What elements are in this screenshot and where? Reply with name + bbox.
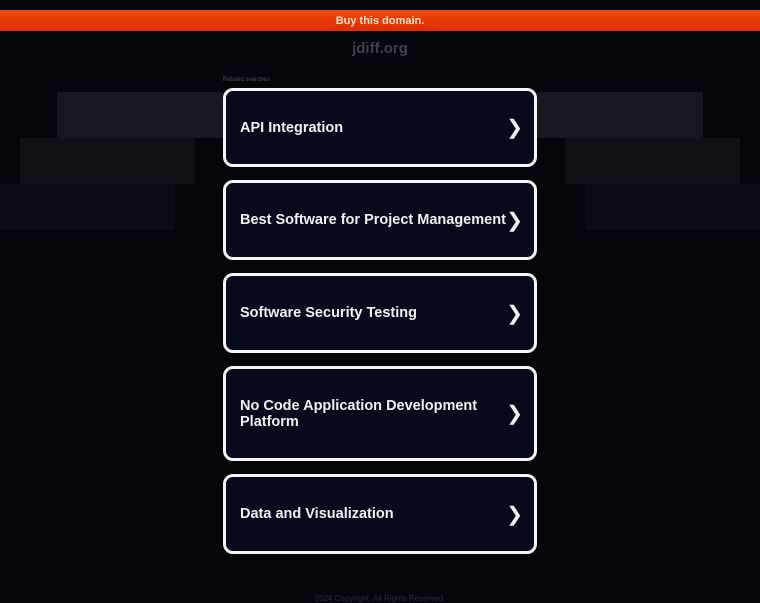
decoration — [57, 92, 223, 138]
chevron-right-icon: ❯ — [506, 117, 523, 139]
chevron-right-icon: ❯ — [506, 209, 523, 232]
related-link-security-testing[interactable]: Software Security Testing ❯ — [223, 273, 537, 353]
domain-title: jdiff.org — [352, 40, 408, 57]
footer-copyright: 2024 Copyright. All Rights Reserved. — [314, 594, 446, 603]
chevron-right-icon: ❯ — [506, 503, 523, 526]
link-label: Data and Visualization — [240, 506, 394, 522]
buy-domain-banner[interactable]: Buy this domain. — [0, 10, 760, 31]
related-link-data-visualization[interactable]: Data and Visualization ❯ — [223, 474, 537, 554]
related-link-api-integration[interactable]: API Integration ❯ — [223, 88, 537, 167]
related-searches-heading: Related searches — [223, 77, 270, 83]
decoration — [565, 138, 740, 184]
chevron-right-icon: ❯ — [506, 403, 523, 425]
related-link-project-management[interactable]: Best Software for Project Management ❯ — [223, 180, 537, 260]
decoration — [0, 184, 175, 230]
decoration — [585, 184, 760, 230]
decoration — [537, 92, 703, 138]
link-label: API Integration — [240, 119, 344, 136]
link-label: No Code Application Development Platform — [240, 397, 478, 430]
decoration — [20, 138, 195, 184]
chevron-right-icon: ❯ — [506, 302, 523, 325]
link-label: Software Security Testing — [240, 305, 417, 321]
link-label: Best Software for Project Management — [240, 212, 506, 228]
related-link-no-code[interactable]: No Code Application Development Platform… — [223, 366, 537, 461]
